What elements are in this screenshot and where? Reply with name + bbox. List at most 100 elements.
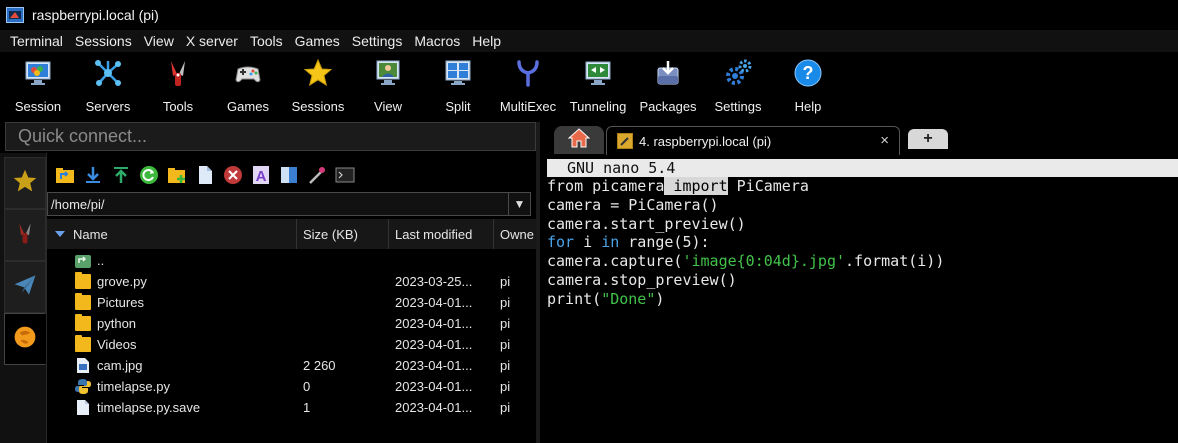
parent-folder-icon[interactable] [55,165,75,185]
code-token: from picamera [547,177,665,195]
file-size: 2 260 [303,358,336,373]
menu-macros[interactable]: Macros [414,33,460,49]
file-row[interactable]: python 2023-04-01... pi [47,313,536,334]
file-row[interactable]: timelapse.py 0 2023-04-01... pi [47,376,536,397]
file-row[interactable]: timelapse.py.save 1 2023-04-01... pi [47,397,536,418]
column-size[interactable]: Size (KB) [297,219,389,249]
tunneling-button[interactable]: Tunneling [563,56,633,116]
chevron-down-icon[interactable]: ▼ [508,193,530,215]
file-row[interactable]: Pictures 2023-04-01... pi [47,292,536,313]
file-owner: pi [500,274,511,289]
code-token: range(5): [619,233,710,252]
help-button[interactable]: ? Help [773,56,843,116]
side-tab-sftp[interactable] [4,313,46,365]
current-path-input[interactable]: /home/pi/ [48,197,508,212]
sort-arrow-icon [55,231,65,237]
delete-icon[interactable] [223,165,243,185]
code-token: PiCamera [727,177,809,195]
file-owner: pi [500,358,511,373]
nano-header: GNU nano 5.4 [547,159,1178,177]
menu-view[interactable]: View [144,33,174,49]
terminal-view[interactable]: GNU nano 5.4 from picamera import PiCame… [540,155,1178,443]
session-button[interactable]: Session [3,56,73,116]
code-line: camera.start_preview() [547,214,746,233]
file-modified: 2023-04-01... [395,400,473,415]
split-label: Split [445,99,471,114]
side-tab-macros[interactable] [4,261,46,313]
session-tab[interactable]: 4. raspberrypi.local (pi) × [606,126,900,155]
code-line: camera.stop_preview() [547,270,737,289]
file-owner: pi [500,337,511,352]
menu-tools[interactable]: Tools [250,33,283,49]
file-name: .. [97,253,105,268]
refresh-icon[interactable] [139,165,159,185]
column-modified-label: Last modified [395,226,473,242]
column-modified[interactable]: Last modified [389,219,494,249]
settings-button[interactable]: Settings [703,56,773,116]
help-icon: ? [793,58,823,88]
quick-connect-input[interactable]: Quick connect... [5,122,536,151]
tools-button[interactable]: Tools [143,56,213,116]
code-token: camera.capture( [547,252,683,271]
nano-editor-content[interactable]: from picamera import PiCamera camera = P… [547,177,944,309]
file-owner: pi [500,316,511,331]
star-icon [12,168,38,199]
column-size-label: Size (KB) [303,226,358,242]
file-modified: 2023-04-01... [395,295,473,310]
wand-icon[interactable] [307,165,327,185]
close-icon[interactable]: × [880,132,889,149]
code-line: from picamera import PiCamera [547,177,944,196]
tunneling-icon [583,58,613,88]
view-icon [373,58,403,88]
upload-icon[interactable] [111,165,131,185]
home-tab[interactable] [554,126,604,154]
file-modified: 2023-04-01... [395,337,473,352]
terminal-follow-icon[interactable] [335,165,355,185]
split-button[interactable]: Split [423,56,493,116]
menu-bar: Terminal Sessions View X server Tools Ga… [0,30,1178,52]
file-name: Videos [97,337,137,352]
file-row[interactable]: cam.jpg 2 260 2023-04-01... pi [47,355,536,376]
servers-button[interactable]: Servers [73,56,143,116]
sessions-button[interactable]: Sessions [283,56,353,116]
help-label: Help [794,99,822,114]
multiexec-icon [513,58,543,88]
download-icon[interactable] [83,165,103,185]
code-token: ) [655,289,665,308]
file-row[interactable]: .. [47,250,536,271]
sessions-label: Sessions [291,99,345,114]
servers-icon [93,58,123,88]
menu-sessions[interactable]: Sessions [75,33,132,49]
menu-terminal[interactable]: Terminal [10,33,63,49]
rename-icon[interactable]: A [251,165,271,185]
file-modified: 2023-04-01... [395,358,473,373]
side-tab-tools[interactable] [4,209,46,261]
file-row[interactable]: grove.py 2023-03-25... pi [47,271,536,292]
column-owner[interactable]: Owne [494,219,536,249]
menu-settings[interactable]: Settings [352,33,403,49]
text-cursor-token: import [664,177,728,195]
new-tab-button[interactable]: + [908,129,948,149]
menu-games[interactable]: Games [295,33,340,49]
menu-x-server[interactable]: X server [186,33,238,49]
view-button[interactable]: View [353,56,423,116]
side-tab-sessions[interactable] [4,157,46,209]
new-file-icon[interactable] [195,165,215,185]
games-button[interactable]: Games [213,56,283,116]
folder-icon [75,293,91,310]
file-list-header: Name Size (KB) Last modified Owne [47,219,536,249]
permissions-icon[interactable] [279,165,299,185]
column-name-label: Name [73,226,108,242]
packages-button[interactable]: Packages [633,56,703,116]
session-label: Session [14,99,62,114]
file-row[interactable]: Videos 2023-04-01... pi [47,334,536,355]
multiexec-button[interactable]: MultiExec [493,56,563,116]
multiexec-label: MultiExec [499,99,557,114]
packages-icon [653,58,683,88]
menu-help[interactable]: Help [472,33,501,49]
svg-text:?: ? [803,63,814,83]
column-name[interactable]: Name [47,219,297,249]
code-token: print( [547,289,602,308]
new-folder-icon[interactable] [167,165,187,185]
home-icon [567,127,591,153]
